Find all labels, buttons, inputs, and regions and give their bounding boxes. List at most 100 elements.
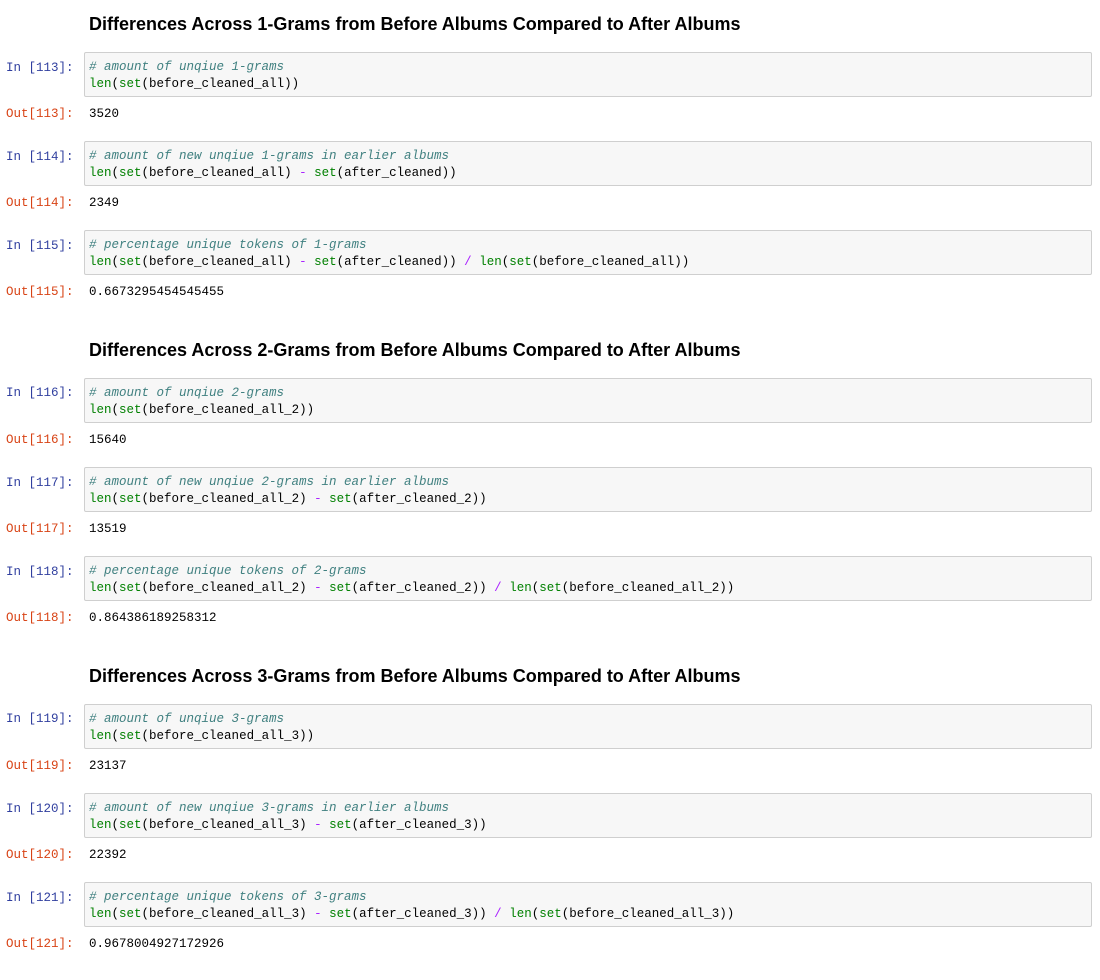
code-cell[interactable]: # amount of new unqiue 1-grams in earlie… (84, 141, 1092, 186)
code-builtin: len (89, 581, 112, 595)
code-line: len(set(before_cleaned_all_2) - set(afte… (89, 491, 1087, 508)
code-cell[interactable]: # amount of unqiue 2-grams len(set(befor… (84, 378, 1092, 423)
code-operator: / (494, 581, 502, 595)
code-text: (before_cleaned_all_2)) (141, 403, 315, 417)
code-text: (before_cleaned_all_2)) (561, 581, 735, 595)
cell-output: 23137 (89, 759, 127, 773)
code-text: (before_cleaned_all_3)) (141, 729, 315, 743)
code-builtin: set (539, 581, 562, 595)
code-comment: # amount of new unqiue 3-grams in earlie… (89, 801, 450, 815)
code-line: len(set(before_cleaned_all_3) - set(afte… (89, 817, 1087, 834)
out-prompt: Out[120]: (6, 848, 74, 862)
code-builtin: set (119, 403, 142, 417)
in-prompt: In [120]: (6, 802, 74, 816)
code-text: (after_cleaned_3)) (351, 907, 495, 921)
out-prompt: Out[121]: (6, 937, 74, 951)
code-text: (before_cleaned_all_2) (141, 492, 315, 506)
code-text: ( (111, 729, 120, 743)
code-text: (before_cleaned_all)) (141, 77, 300, 91)
code-cell[interactable]: # percentage unique tokens of 1-grams le… (84, 230, 1092, 275)
code-text: (before_cleaned_all) (141, 255, 300, 269)
code-builtin: len (89, 492, 112, 506)
in-prompt: In [119]: (6, 712, 74, 726)
in-prompt: In [116]: (6, 386, 74, 400)
code-builtin: set (329, 818, 352, 832)
code-text: ( (111, 255, 120, 269)
code-builtin: len (89, 818, 112, 832)
out-prompt: Out[119]: (6, 759, 74, 773)
code-text: (before_cleaned_all_2) (141, 581, 315, 595)
code-cell[interactable]: # percentage unique tokens of 2-grams le… (84, 556, 1092, 601)
code-text: (after_cleaned_3)) (351, 818, 487, 832)
code-builtin: len (89, 255, 112, 269)
in-prompt: In [117]: (6, 476, 74, 490)
code-builtin: set (314, 166, 337, 180)
code-builtin: set (329, 907, 352, 921)
code-text: (after_cleaned_2)) (351, 492, 487, 506)
code-builtin: len (89, 907, 112, 921)
code-builtin: set (119, 581, 142, 595)
in-prompt: In [118]: (6, 565, 74, 579)
code-builtin: len (89, 166, 112, 180)
code-operator: - (299, 166, 307, 180)
out-prompt: Out[118]: (6, 611, 74, 625)
code-cell[interactable]: # amount of unqiue 1-grams len(set(befor… (84, 52, 1092, 97)
code-builtin: set (119, 729, 142, 743)
code-builtin: set (329, 492, 352, 506)
code-line: len(set(before_cleaned_all)) (89, 76, 1087, 93)
code-builtin: set (119, 907, 142, 921)
code-comment: # amount of unqiue 2-grams (89, 386, 285, 400)
in-prompt: In [113]: (6, 61, 74, 75)
code-operator: / (494, 907, 502, 921)
code-line: len(set(before_cleaned_all_3) - set(afte… (89, 906, 1087, 923)
cell-output: 15640 (89, 433, 127, 447)
code-text: (after_cleaned)) (336, 255, 465, 269)
code-operator: - (314, 818, 322, 832)
section-heading-3grams: Differences Across 3-Grams from Before A… (89, 666, 741, 686)
code-line: len(set(before_cleaned_all_2)) (89, 402, 1087, 419)
code-comment: # percentage unique tokens of 3-grams (89, 890, 367, 904)
notebook: Differences Across 1-Grams from Before A… (0, 0, 1100, 980)
code-builtin: set (539, 907, 562, 921)
code-operator: - (314, 907, 322, 921)
cell-output: 13519 (89, 522, 127, 536)
code-builtin: set (119, 77, 142, 91)
code-line: len(set(before_cleaned_all_2) - set(afte… (89, 580, 1087, 597)
code-text: ( (111, 818, 120, 832)
code-comment: # percentage unique tokens of 1-grams (89, 238, 367, 252)
out-prompt: Out[115]: (6, 285, 74, 299)
code-builtin: len (509, 581, 532, 595)
code-operator: / (464, 255, 472, 269)
code-operator: - (314, 492, 322, 506)
code-text: ( (111, 403, 120, 417)
out-prompt: Out[113]: (6, 107, 74, 121)
code-builtin: set (314, 255, 337, 269)
code-builtin: set (119, 166, 142, 180)
code-cell[interactable]: # amount of unqiue 3-grams len(set(befor… (84, 704, 1092, 749)
code-builtin: set (329, 581, 352, 595)
code-builtin: len (89, 403, 112, 417)
code-builtin: set (509, 255, 532, 269)
cell-output: 0.6673295454545455 (89, 285, 225, 299)
code-text: (before_cleaned_all_3)) (561, 907, 735, 921)
code-cell[interactable]: # amount of new unqiue 2-grams in earlie… (84, 467, 1092, 512)
code-text: (before_cleaned_all_3) (141, 818, 315, 832)
section-heading-2grams: Differences Across 2-Grams from Before A… (89, 340, 741, 360)
code-builtin: set (119, 492, 142, 506)
code-text: ( (111, 166, 120, 180)
cell-output: 2349 (89, 196, 120, 210)
code-text: (after_cleaned_2)) (351, 581, 495, 595)
code-builtin: set (119, 255, 142, 269)
code-comment: # amount of unqiue 3-grams (89, 712, 285, 726)
code-cell[interactable]: # percentage unique tokens of 3-grams le… (84, 882, 1092, 927)
cell-output: 0.9678004927172926 (89, 937, 225, 951)
code-builtin: len (89, 729, 112, 743)
code-builtin: len (89, 77, 112, 91)
code-cell[interactable]: # amount of new unqiue 3-grams in earlie… (84, 793, 1092, 838)
code-text: (before_cleaned_all_3) (141, 907, 315, 921)
